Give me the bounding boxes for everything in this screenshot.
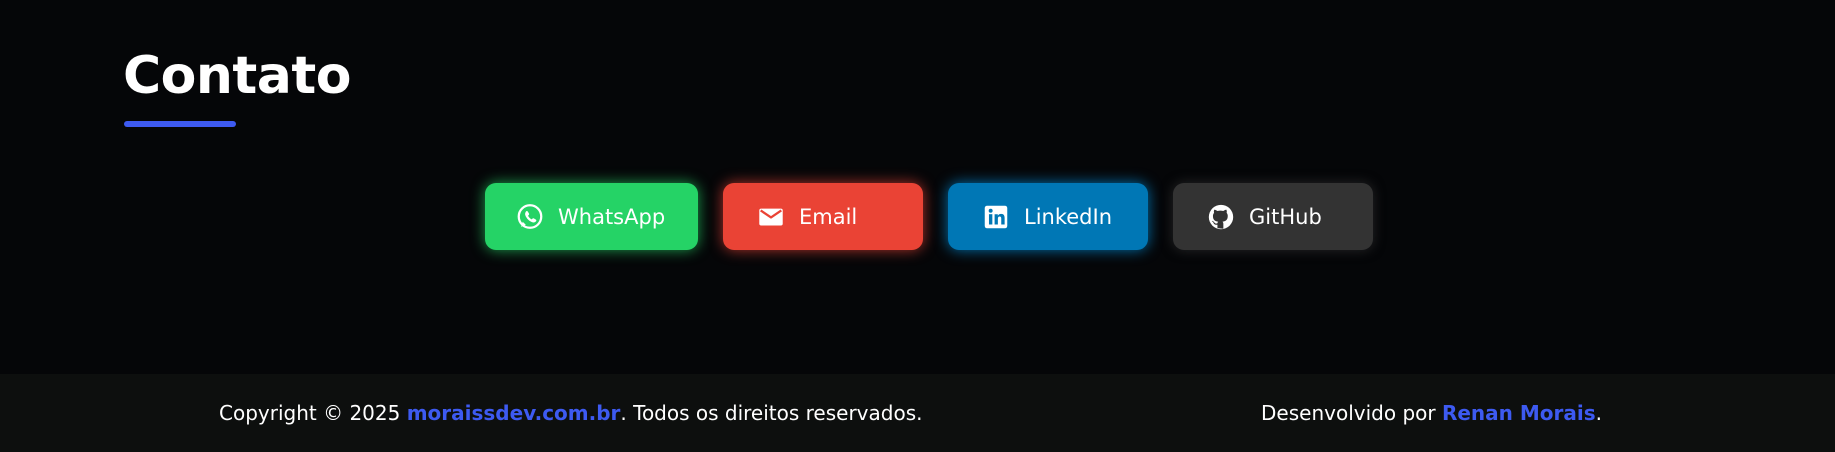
github-icon bbox=[1206, 202, 1236, 232]
author-link[interactable]: Renan Morais bbox=[1442, 401, 1596, 425]
developer-credit: Desenvolvido por Renan Morais . bbox=[1261, 374, 1602, 452]
title-underline bbox=[124, 121, 236, 127]
contact-section: Contato WhatsApp Email LinkedIn GitHub bbox=[0, 0, 1835, 374]
developed-suffix: . bbox=[1595, 401, 1602, 425]
email-icon bbox=[756, 202, 786, 232]
whatsapp-icon bbox=[515, 202, 545, 232]
site-link[interactable]: moraissdev.com.br bbox=[407, 401, 621, 425]
site-footer: Copyright © 2025 moraissdev.com.br . Tod… bbox=[0, 374, 1835, 452]
section-title: Contato bbox=[123, 46, 351, 106]
copyright-text: Copyright © 2025 moraissdev.com.br . Tod… bbox=[219, 374, 923, 452]
linkedin-button[interactable]: LinkedIn bbox=[948, 183, 1148, 250]
github-button[interactable]: GitHub bbox=[1173, 183, 1373, 250]
copyright-prefix: Copyright © 2025 bbox=[219, 401, 407, 425]
contact-buttons: WhatsApp Email LinkedIn GitHub bbox=[0, 183, 1835, 251]
email-button[interactable]: Email bbox=[723, 183, 923, 250]
whatsapp-button[interactable]: WhatsApp bbox=[485, 183, 698, 250]
linkedin-icon bbox=[981, 202, 1011, 232]
developed-prefix: Desenvolvido por bbox=[1261, 401, 1442, 425]
github-label: GitHub bbox=[1249, 204, 1322, 229]
whatsapp-label: WhatsApp bbox=[558, 204, 666, 229]
linkedin-label: LinkedIn bbox=[1024, 204, 1113, 229]
copyright-suffix: . Todos os direitos reservados. bbox=[620, 401, 923, 425]
email-label: Email bbox=[799, 204, 858, 229]
